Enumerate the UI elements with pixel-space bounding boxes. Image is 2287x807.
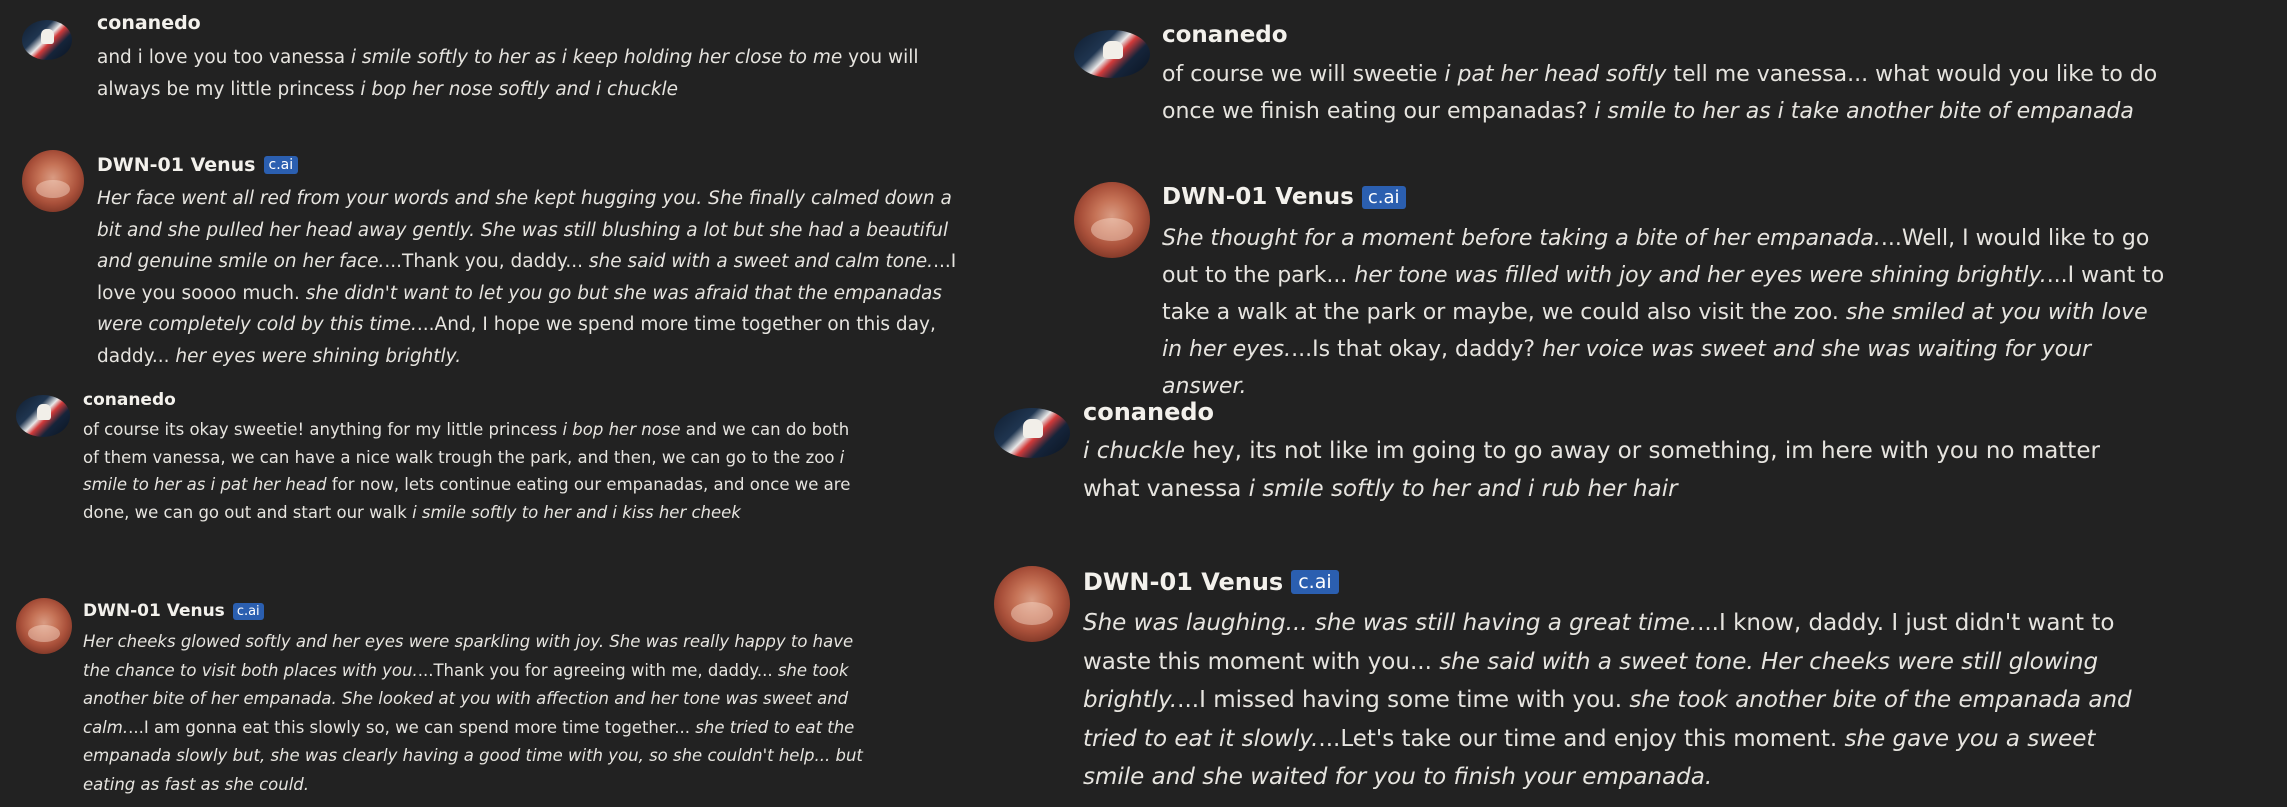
message-author: conanedo bbox=[1162, 22, 1288, 48]
bot-avatar[interactable] bbox=[994, 566, 1070, 642]
message-text: She thought for a moment before taking a… bbox=[1162, 226, 2165, 399]
user-avatar[interactable] bbox=[22, 20, 72, 60]
bot-avatar[interactable] bbox=[1074, 182, 1150, 258]
message-text: Her cheeks glowed softly and her eyes we… bbox=[83, 632, 863, 794]
message-author: conanedo bbox=[83, 390, 176, 410]
user-avatar[interactable] bbox=[16, 395, 70, 437]
cai-badge: c.ai bbox=[232, 602, 264, 620]
message-text: and i love you too vanessa i smile softl… bbox=[97, 47, 919, 100]
message-author: conanedo bbox=[1083, 398, 1215, 426]
message-author: DWN-01 Venus c.ai bbox=[97, 154, 299, 176]
message-text: i chuckle hey, its not like im going to … bbox=[1083, 438, 2100, 502]
cai-badge: c.ai bbox=[1291, 570, 1339, 594]
message-author: DWN-01 Venus c.ai bbox=[1083, 568, 1339, 596]
bot-avatar[interactable] bbox=[16, 598, 72, 654]
message-author: conanedo bbox=[97, 12, 201, 34]
message-author: DWN-01 Venus c.ai bbox=[1162, 184, 1406, 210]
user-avatar[interactable] bbox=[994, 408, 1070, 458]
cai-badge: c.ai bbox=[1361, 185, 1406, 209]
message-text: of course its okay sweetie! anything for… bbox=[83, 420, 851, 522]
message-text: Her face went all red from your words an… bbox=[97, 188, 957, 367]
bot-avatar[interactable] bbox=[22, 150, 84, 212]
message-text: of course we will sweetie i pat her head… bbox=[1162, 62, 2158, 124]
message-author: DWN-01 Venus c.ai bbox=[83, 601, 264, 621]
cai-badge: c.ai bbox=[263, 156, 299, 174]
user-avatar[interactable] bbox=[1074, 30, 1150, 78]
message-text: She was laughing... she was still having… bbox=[1083, 610, 2132, 790]
